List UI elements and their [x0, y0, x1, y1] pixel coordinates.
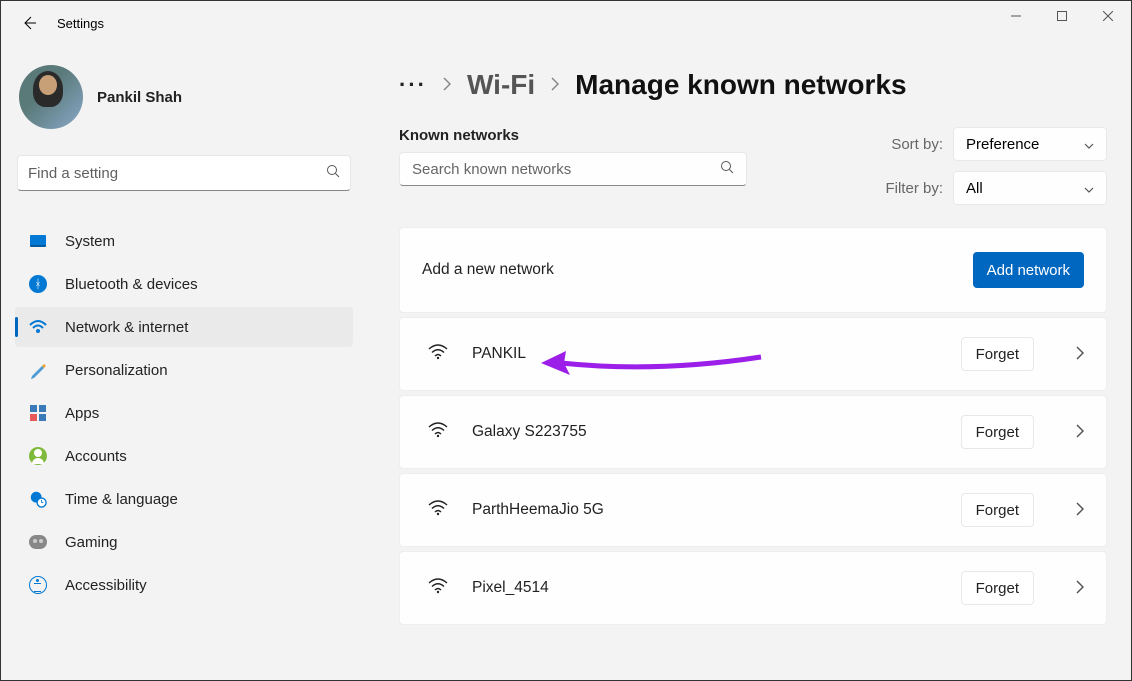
main-content: ··· Wi-Fi Manage known networks Known ne… — [365, 45, 1131, 680]
chevron-right-icon[interactable] — [1076, 424, 1084, 441]
sort-by-value: Preference — [966, 136, 1039, 153]
filter-by-select[interactable]: All — [953, 171, 1107, 205]
accounts-icon — [29, 447, 47, 465]
window-controls — [993, 1, 1131, 31]
page-title: Manage known networks — [575, 69, 906, 101]
sidebar-item-network[interactable]: Network & internet — [15, 307, 353, 347]
breadcrumb-wifi[interactable]: Wi-Fi — [467, 69, 535, 101]
breadcrumb-more[interactable]: ··· — [399, 72, 427, 98]
add-network-button[interactable]: Add network — [973, 252, 1084, 288]
sidebar-item-gaming[interactable]: Gaming — [15, 522, 353, 562]
sidebar-item-label: Time & language — [65, 491, 178, 508]
chevron-right-icon — [551, 77, 559, 94]
sidebar-item-personalization[interactable]: Personalization — [15, 350, 353, 390]
personalization-icon — [29, 361, 47, 379]
network-row[interactable]: ParthHeemaJio 5G Forget — [399, 473, 1107, 547]
wifi-icon — [428, 422, 448, 443]
sidebar-item-label: Accessibility — [65, 577, 147, 594]
close-button[interactable] — [1085, 1, 1131, 31]
search-input[interactable] — [17, 155, 351, 191]
user-section[interactable]: Pankil Shah — [13, 45, 355, 155]
chevron-right-icon[interactable] — [1076, 580, 1084, 597]
sidebar-item-label: Personalization — [65, 362, 168, 379]
network-row[interactable]: PANKIL Forget — [399, 317, 1107, 391]
network-name: Pixel_4514 — [472, 579, 937, 597]
sidebar-item-accounts[interactable]: Accounts — [15, 436, 353, 476]
forget-button[interactable]: Forget — [961, 415, 1034, 449]
sidebar-item-apps[interactable]: Apps — [15, 393, 353, 433]
search-field[interactable] — [28, 165, 326, 182]
network-name: Galaxy S223755 — [472, 423, 937, 441]
sidebar-item-time[interactable]: Time & language — [15, 479, 353, 519]
sidebar-item-accessibility[interactable]: Accessibility — [15, 565, 353, 605]
avatar — [19, 65, 83, 129]
sidebar-item-system[interactable]: System — [15, 221, 353, 261]
bluetooth-icon: ᚼ — [29, 275, 47, 293]
wifi-icon — [428, 500, 448, 521]
filter-by-label: Filter by: — [885, 180, 943, 197]
network-name: ParthHeemaJio 5G — [472, 501, 937, 519]
chevron-down-icon — [1084, 180, 1094, 197]
sidebar-item-label: Gaming — [65, 534, 118, 551]
chevron-right-icon[interactable] — [1076, 502, 1084, 519]
chevron-right-icon[interactable] — [1076, 346, 1084, 363]
window-title: Settings — [57, 16, 104, 31]
sidebar: Pankil Shah System ᚼ Bluetooth & devices… — [13, 45, 365, 680]
sidebar-item-label: Apps — [65, 405, 99, 422]
forget-button[interactable]: Forget — [961, 493, 1034, 527]
known-networks-search[interactable] — [399, 152, 747, 186]
network-row[interactable]: Pixel_4514 Forget — [399, 551, 1107, 625]
system-icon — [29, 232, 47, 250]
gaming-icon — [29, 533, 47, 551]
forget-button[interactable]: Forget — [961, 337, 1034, 371]
search-icon — [720, 160, 734, 179]
apps-icon — [29, 404, 47, 422]
filter-by-value: All — [966, 180, 983, 197]
wifi-icon — [428, 344, 448, 365]
chevron-right-icon — [443, 77, 451, 94]
known-networks-search-field[interactable] — [412, 161, 720, 178]
sidebar-item-label: Network & internet — [65, 319, 188, 336]
search-icon — [326, 164, 340, 183]
sidebar-item-label: System — [65, 233, 115, 250]
user-name: Pankil Shah — [97, 89, 182, 106]
forget-button[interactable]: Forget — [961, 571, 1034, 605]
sidebar-item-label: Accounts — [65, 448, 127, 465]
sidebar-item-label: Bluetooth & devices — [65, 276, 198, 293]
add-network-label: Add a new network — [422, 261, 554, 279]
sort-by-select[interactable]: Preference — [953, 127, 1107, 161]
sidebar-item-bluetooth[interactable]: ᚼ Bluetooth & devices — [15, 264, 353, 304]
maximize-button[interactable] — [1039, 1, 1085, 31]
back-button[interactable] — [9, 3, 49, 43]
network-icon — [29, 318, 47, 336]
time-language-icon — [29, 490, 47, 508]
network-name: PANKIL — [472, 345, 937, 363]
add-network-card: Add a new network Add network — [399, 227, 1107, 313]
accessibility-icon — [29, 576, 47, 594]
wifi-icon — [428, 578, 448, 599]
minimize-button[interactable] — [993, 1, 1039, 31]
section-heading: Known networks — [399, 127, 885, 144]
sort-by-label: Sort by: — [891, 136, 943, 153]
chevron-down-icon — [1084, 136, 1094, 153]
breadcrumb: ··· Wi-Fi Manage known networks — [399, 69, 1107, 101]
network-row[interactable]: Galaxy S223755 Forget — [399, 395, 1107, 469]
sidebar-nav: System ᚼ Bluetooth & devices Network & i… — [13, 221, 355, 605]
